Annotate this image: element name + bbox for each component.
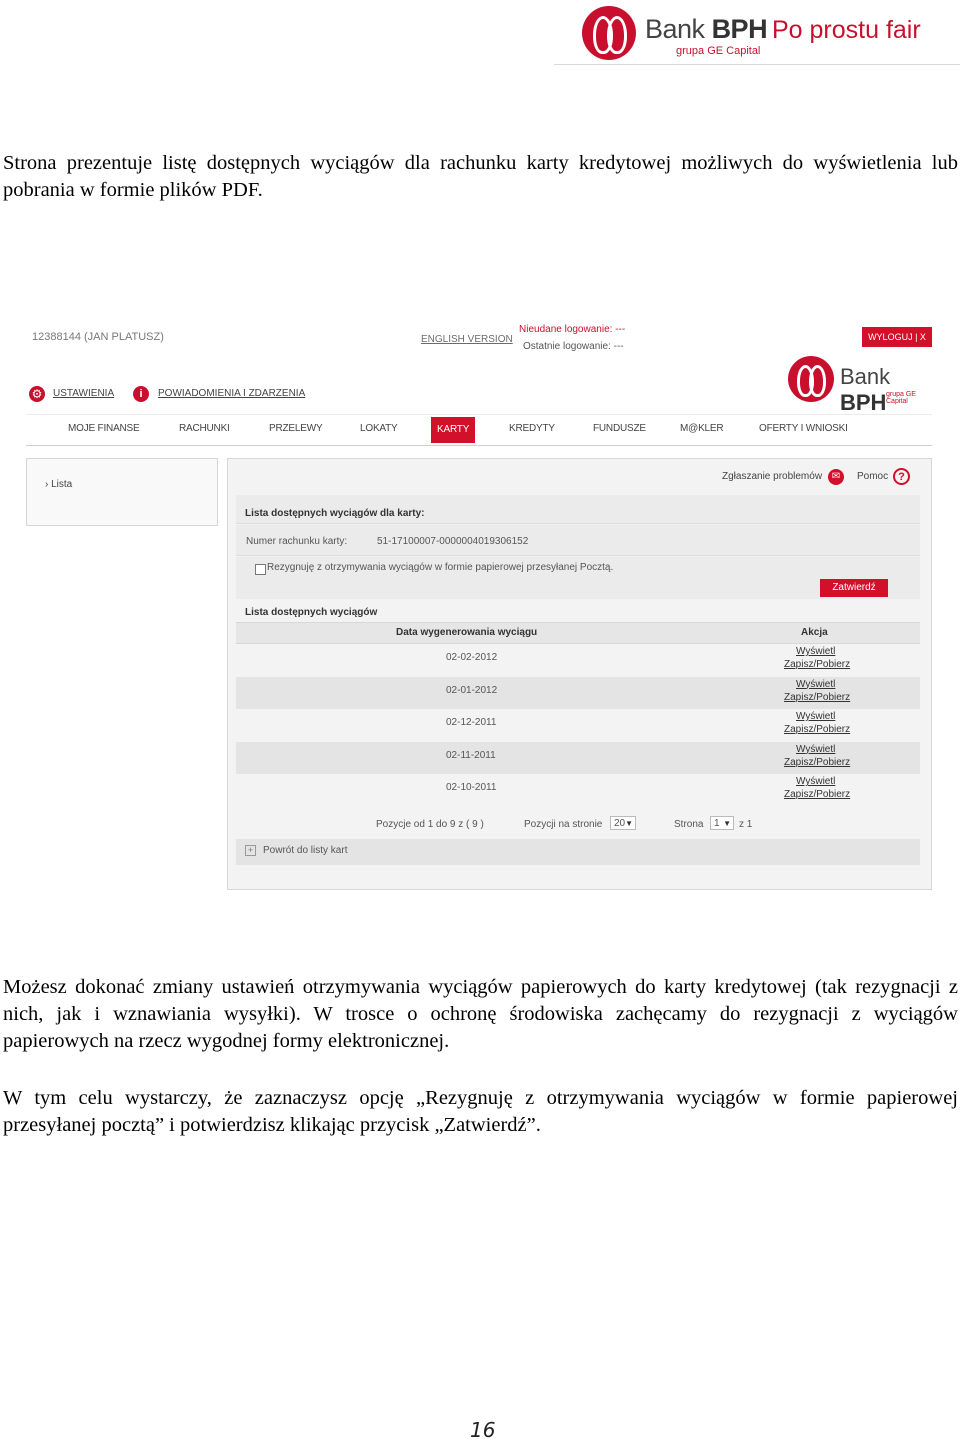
english-version-link[interactable]: ENGLISH VERSION	[421, 334, 513, 345]
bank-logo-icon	[788, 356, 834, 402]
main-content: Zgłaszanie problemów ✉ Pomoc ? Lista dos…	[227, 458, 932, 890]
statement-date: 02-11-2011	[446, 749, 496, 761]
bank-group: grupa GE Capital	[676, 45, 761, 57]
bank-logo-icon	[582, 6, 636, 60]
bank-logo-header: Bank BPH grupa GE Capital Po prostu fair	[554, 0, 960, 65]
notifications-link[interactable]: POWIADOMIENIA I ZDARZENIA	[158, 388, 305, 399]
instruction-paragraph: W tym celu wystarczy, że zaznaczysz opcj…	[3, 1087, 958, 1136]
view-link[interactable]: Wyświetl	[796, 744, 835, 755]
statement-date: 02-02-2012	[446, 652, 498, 663]
page-label: Strona	[674, 819, 704, 830]
page-total: z 1	[739, 819, 753, 830]
table-row: 02-01-2012 Wyświetl Zapisz/Pobierz	[236, 676, 920, 710]
bank-slogan: Po prostu fair	[772, 16, 921, 44]
pagination: Pozycje od 1 do 9 z ( 9 ) Pozycji na str…	[236, 809, 920, 837]
sidebar-item-lista[interactable]: › Lista	[45, 479, 72, 490]
confirm-button[interactable]: Zatwierdź	[820, 579, 888, 597]
logout-button[interactable]: WYLOGUJ | X	[862, 327, 932, 347]
account-number: 51-17100007-0000004019306152	[377, 536, 529, 547]
plus-icon: +	[245, 845, 256, 856]
resign-checkbox[interactable]	[255, 564, 266, 575]
settings-link[interactable]: USTAWIENIA	[53, 388, 114, 399]
per-page-select[interactable]: 20 ▼	[610, 816, 636, 830]
last-login-info: Ostatnie logowanie: ---	[523, 341, 624, 352]
nav-item-kredyty[interactable]: KREDYTY	[509, 423, 555, 434]
back-to-cards-link[interactable]: Powrót do listy kart	[263, 845, 347, 856]
sidebar: › Lista	[26, 458, 218, 526]
download-link[interactable]: Zapisz/Pobierz	[784, 659, 850, 670]
resign-checkbox-label[interactable]: Rezygnuję z otrzymywania wyciągów w form…	[267, 562, 613, 573]
section-title: Lista dostępnych wyciągów dla karty:	[245, 508, 425, 519]
settings-paragraph: Możesz dokonać zmiany ustawień otrzymywa…	[3, 976, 958, 1052]
chevron-down-icon: ▼	[625, 819, 633, 828]
statement-date: 02-10-2011	[446, 782, 497, 794]
statement-date: 02-01-2012	[446, 684, 498, 696]
nav-item-fundusze[interactable]: FUNDUSZE	[593, 423, 646, 434]
paper-statement-option: Rezygnuję z otrzymywania wyciągów w form…	[236, 557, 920, 599]
main-nav: MOJE FINANSE RACHUNKI PRZELEWY LOKATY KA…	[26, 414, 932, 446]
report-problem-link[interactable]: Zgłaszanie problemów	[722, 471, 822, 482]
table-row: 02-10-2011 Wyświetl Zapisz/Pobierz	[236, 774, 920, 807]
download-link[interactable]: Zapisz/Pobierz	[784, 789, 850, 800]
help-link[interactable]: Pomoc	[857, 471, 888, 482]
gear-icon[interactable]: ⚙	[29, 386, 45, 402]
column-date: Data wygenerowania wyciągu	[396, 627, 538, 638]
per-page-label: Pozycji na stronie	[524, 819, 603, 830]
failed-login-info: Nieudane logowanie: ---	[519, 324, 626, 335]
download-link[interactable]: Zapisz/Pobierz	[784, 724, 850, 735]
help-icon[interactable]: ?	[893, 468, 910, 485]
chevron-down-icon: ▼	[723, 819, 731, 828]
nav-item-makler[interactable]: M@KLER	[680, 423, 724, 434]
table-row: 02-12-2011 Wyświetl Zapisz/Pobierz	[236, 709, 920, 742]
view-link[interactable]: Wyświetl	[796, 711, 835, 722]
account-number-row: Numer rachunku karty: 51-17100007-000000…	[236, 525, 920, 556]
user-info: 12388144 (JAN PLATUSZ)	[32, 331, 164, 343]
account-label: Numer rachunku karty:	[246, 536, 348, 547]
positions-info: Pozycje od 1 do 9 z ( 9 )	[376, 819, 484, 830]
table-row: 02-11-2011 Wyświetl Zapisz/Pobierz	[236, 741, 920, 775]
bank-name: Bank BPH	[840, 364, 891, 415]
page-number: 16	[470, 1418, 496, 1442]
statements-table: 02-02-2012 Wyświetl Zapisz/Pobierz 02-01…	[236, 644, 920, 807]
info-icon[interactable]: i	[133, 386, 149, 402]
table-header: Data wygenerowania wyciągu Akcja	[236, 622, 920, 644]
bank-name: Bank BPH	[645, 14, 768, 44]
view-link[interactable]: Wyświetl	[796, 679, 835, 690]
table-row: 02-02-2012 Wyświetl Zapisz/Pobierz	[236, 644, 920, 677]
card-statements-header: Lista dostępnych wyciągów dla karty:	[236, 495, 920, 524]
nav-item-oferty[interactable]: OFERTY I WNIOSKI	[759, 423, 848, 434]
nav-item-moje-finanse[interactable]: MOJE FINANSE	[68, 423, 140, 434]
nav-item-przelewy[interactable]: PRZELEWY	[269, 423, 323, 434]
bank-app-screenshot: 12388144 (JAN PLATUSZ) ENGLISH VERSION N…	[26, 318, 936, 890]
mail-icon[interactable]: ✉	[828, 469, 844, 485]
intro-paragraph: Strona prezentuje listę dostępnych wycią…	[3, 152, 958, 201]
bank-group: grupa GE Capital	[886, 391, 916, 405]
statements-list-title: Lista dostępnych wyciągów	[245, 607, 378, 618]
view-link[interactable]: Wyświetl	[796, 646, 835, 657]
view-link[interactable]: Wyświetl	[796, 776, 835, 787]
download-link[interactable]: Zapisz/Pobierz	[784, 757, 850, 768]
nav-item-rachunki[interactable]: RACHUNKI	[179, 423, 230, 434]
download-link[interactable]: Zapisz/Pobierz	[784, 692, 850, 703]
column-action: Akcja	[801, 627, 828, 638]
page-select[interactable]: 1 ▼	[710, 816, 734, 830]
bank-logo-app: Bank BPH grupa GE Capital	[784, 354, 934, 415]
nav-item-lokaty[interactable]: LOKATY	[360, 423, 398, 434]
back-row: + Powrót do listy kart	[236, 839, 920, 865]
nav-item-karty[interactable]: KARTY	[431, 417, 476, 443]
statement-date: 02-12-2011	[446, 717, 497, 729]
